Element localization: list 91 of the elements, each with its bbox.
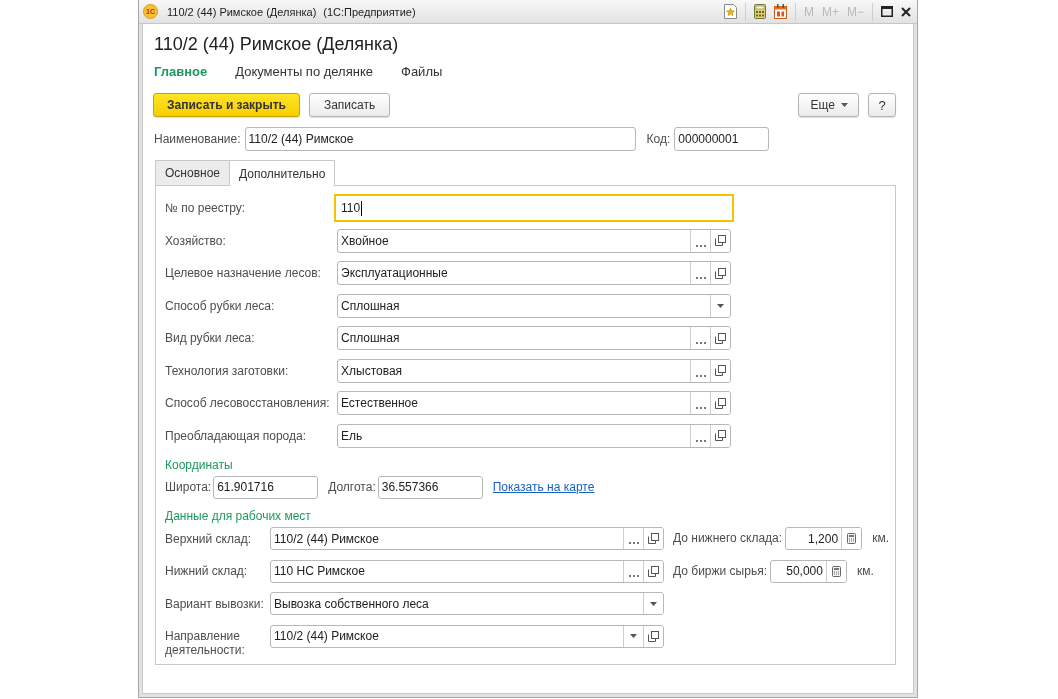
field-label: Нижний склад: bbox=[165, 563, 249, 578]
caret-icon bbox=[650, 601, 657, 606]
copy-icon bbox=[648, 565, 659, 577]
tab[interactable]: Основное bbox=[155, 160, 230, 185]
choice-field[interactable]: Хвойное bbox=[337, 228, 731, 253]
field-label: Способ лесовосстановления: bbox=[165, 396, 331, 410]
app-name: (1С:Предприятие) bbox=[323, 5, 416, 18]
unit-label: км. bbox=[856, 562, 874, 580]
open-button[interactable] bbox=[710, 424, 730, 447]
caret-icon bbox=[841, 103, 848, 107]
caret-icon bbox=[717, 303, 724, 308]
choice-field[interactable]: 110 НС Римское bbox=[270, 559, 664, 583]
command-button[interactable]: Записать и закрыть bbox=[153, 93, 300, 117]
open-button[interactable] bbox=[643, 625, 663, 647]
copy-icon bbox=[715, 365, 726, 376]
open-button[interactable] bbox=[710, 392, 730, 414]
field-label: Верхний склад: bbox=[165, 530, 252, 546]
copy-icon bbox=[715, 235, 726, 246]
field-label: Широта: bbox=[165, 480, 212, 494]
unit-label: км. bbox=[872, 530, 889, 547]
field-label: Вариант вывозки: bbox=[165, 595, 265, 611]
copy-icon bbox=[715, 332, 726, 344]
maximize-icon[interactable] bbox=[881, 6, 893, 17]
text-field[interactable]: 36.557366 bbox=[377, 475, 483, 499]
calculator-button[interactable] bbox=[841, 528, 862, 549]
choice-field[interactable]: Сплошная bbox=[337, 326, 731, 350]
dropdown-field[interactable]: Сплошная bbox=[337, 293, 731, 318]
field-label: Наименование: bbox=[154, 132, 241, 146]
form-title: 110/2 (44) Римское (Делянка) bbox=[154, 33, 399, 56]
help-button[interactable]: ? bbox=[868, 93, 896, 117]
choice-field[interactable]: Хлыстовая bbox=[337, 358, 731, 383]
command-button[interactable]: Записать bbox=[308, 93, 391, 117]
open-button[interactable] bbox=[710, 359, 730, 382]
star-icon[interactable] bbox=[723, 4, 737, 19]
field-label: Код: bbox=[646, 132, 671, 146]
choice-field[interactable]: Эксплуатационные bbox=[337, 261, 731, 285]
calculator-button[interactable] bbox=[825, 560, 846, 582]
tab[interactable]: Дополнительно bbox=[229, 160, 336, 186]
open-button[interactable] bbox=[710, 262, 730, 284]
dropdown-button[interactable] bbox=[710, 294, 730, 317]
field-label: До нижнего склада: bbox=[673, 530, 783, 547]
text-cursor-icon bbox=[361, 200, 363, 216]
calculator-icon[interactable] bbox=[753, 4, 766, 19]
window-title: 110/2 (44) Римское (Делянка) bbox=[167, 5, 317, 18]
choice-field[interactable]: Ель bbox=[337, 423, 731, 448]
section-link[interactable]: Файлы bbox=[401, 63, 443, 79]
field-label: Способ рубки леса: bbox=[165, 298, 276, 313]
text-field[interactable]: 000000001 bbox=[674, 127, 770, 151]
dots-icon bbox=[628, 574, 639, 577]
calendar-icon[interactable] bbox=[773, 4, 787, 19]
choice-field[interactable]: 110/2 (44) Римское bbox=[270, 527, 664, 550]
calculator-icon bbox=[831, 565, 841, 577]
copy-icon bbox=[715, 397, 726, 409]
dots-icon bbox=[695, 439, 706, 442]
dropdown-button[interactable] bbox=[643, 593, 663, 614]
copy-icon bbox=[648, 630, 659, 642]
open-button[interactable] bbox=[710, 229, 730, 252]
field-label: До биржи сырья: bbox=[673, 562, 767, 580]
text-field[interactable]: 110/2 (44) Римское bbox=[244, 127, 636, 151]
section-link[interactable]: Документы по делянке bbox=[235, 63, 373, 79]
field-label: Технология заготовки: bbox=[165, 363, 290, 378]
choice-field[interactable]: Естественное bbox=[337, 391, 731, 415]
close-icon[interactable] bbox=[901, 6, 911, 17]
field-label: Вид рубки леса: bbox=[165, 331, 256, 345]
dots-icon bbox=[695, 374, 706, 377]
dropdown-field[interactable]: Вывозка собственного леса bbox=[270, 592, 664, 615]
number-field[interactable]: 1,200 bbox=[785, 527, 863, 550]
section-heading: Данные для рабочих мест bbox=[165, 507, 311, 525]
field-label: Направление деятельности: bbox=[165, 628, 246, 657]
field-label: № по реестру: bbox=[165, 201, 247, 215]
number-field[interactable]: 50,000 bbox=[769, 559, 847, 583]
dots-icon bbox=[695, 244, 706, 247]
copy-icon bbox=[648, 533, 659, 544]
more-button[interactable]: Еще bbox=[797, 93, 859, 117]
open-button[interactable] bbox=[710, 327, 730, 349]
copy-icon bbox=[715, 430, 726, 441]
map-link[interactable]: Показать на карте bbox=[492, 480, 595, 494]
field-label: Целевое назначение лесов: bbox=[165, 266, 322, 280]
open-button[interactable] bbox=[643, 560, 663, 582]
text-field[interactable]: 61.901716 bbox=[213, 475, 319, 499]
section-heading: Координаты bbox=[165, 456, 233, 474]
field-label: Преобладающая порода: bbox=[165, 428, 307, 443]
text-field[interactable]: 110 bbox=[334, 194, 734, 222]
open-button[interactable] bbox=[643, 528, 663, 549]
field-label: Долгота: bbox=[328, 480, 376, 494]
copy-icon bbox=[715, 267, 726, 279]
field-label: Хозяйство: bbox=[165, 233, 227, 248]
calculator-icon bbox=[847, 533, 857, 544]
caret-icon bbox=[630, 634, 637, 638]
dropdown-field[interactable]: 110/2 (44) Римское bbox=[270, 624, 664, 648]
section-link[interactable]: Главное bbox=[154, 63, 208, 79]
